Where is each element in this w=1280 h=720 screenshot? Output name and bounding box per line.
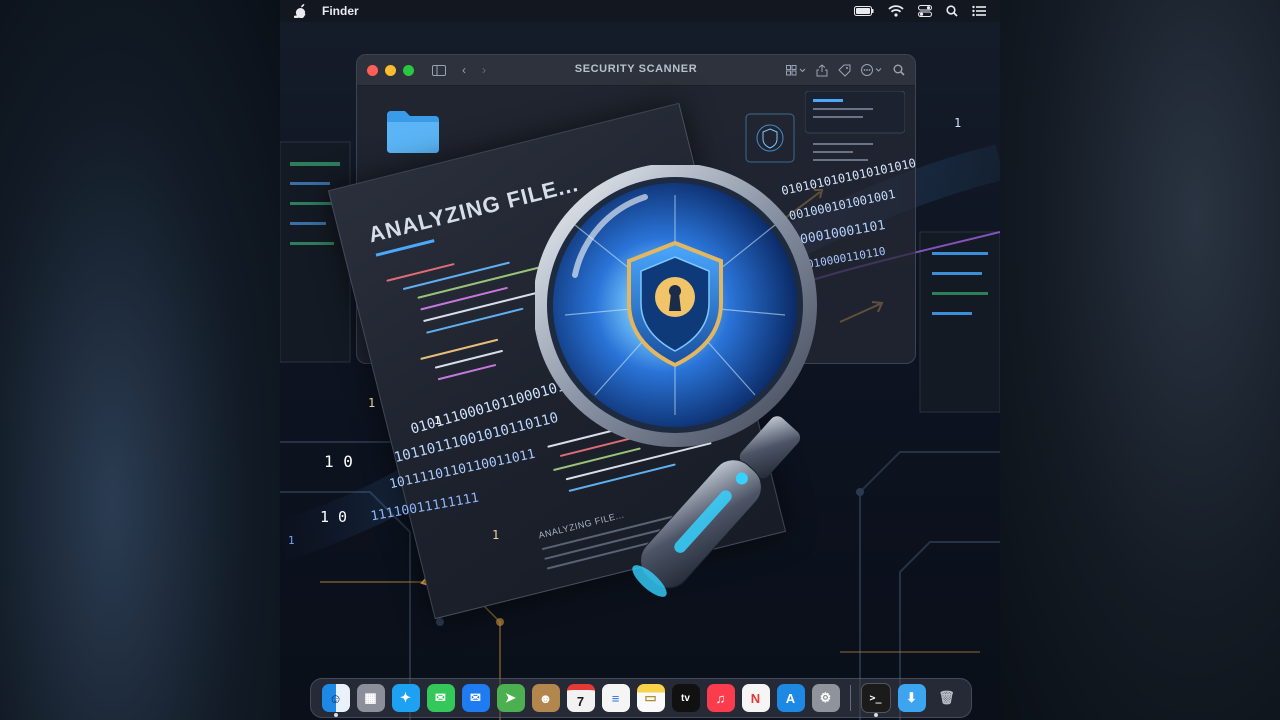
battery-icon[interactable] [854, 6, 874, 16]
menu-bar: Finder [280, 0, 1000, 22]
dock-music-icon[interactable]: ♫ [706, 684, 735, 712]
notification-center-icon[interactable] [972, 5, 986, 17]
dock-mail-icon[interactable]: ✉ [461, 684, 490, 712]
dock: ☺ ▦ ✦ ✉ ✉ ➤ ☻ 7 ≡ ▭ tv ♫ N A ⚙ >_ ⬇ 🗑 [310, 678, 972, 718]
dock-terminal-icon[interactable]: >_ [860, 683, 891, 717]
dock-separator [849, 685, 851, 711]
window-titlebar[interactable]: ‹ › SECURITY SCANNER [357, 55, 915, 86]
binary-digit: 1 0 [324, 452, 353, 471]
magnifying-glass-icon [535, 165, 817, 597]
dock-notes-icon[interactable]: ▭ [636, 684, 665, 712]
control-center-icon[interactable] [918, 5, 932, 17]
dock-trash-icon[interactable]: 🗑 [933, 684, 961, 712]
dock-messages-icon[interactable]: ✉ [426, 684, 455, 712]
dock-system-settings-icon[interactable]: ⚙ [811, 684, 840, 712]
desktop-blur-left [0, 0, 280, 720]
code-line [420, 286, 509, 311]
binary-digit: 1 0 [320, 508, 348, 526]
dock-contacts-icon[interactable]: ☻ [531, 684, 560, 712]
code-line [402, 261, 511, 291]
desktop-blur-right [1000, 0, 1280, 720]
dock-calendar-icon[interactable]: 7 [566, 684, 595, 712]
dock-news-icon[interactable]: N [741, 684, 770, 712]
binary-digit: 1 [288, 534, 295, 547]
search-icon[interactable] [946, 5, 958, 17]
binary-digit: 1 [954, 116, 962, 130]
status-menus [854, 5, 986, 17]
apple-icon[interactable] [294, 4, 308, 18]
dock-safari-icon[interactable]: ✦ [391, 684, 420, 712]
running-indicator [873, 713, 878, 717]
dock-reminders-icon[interactable]: ≡ [601, 684, 630, 712]
desktop-screen: Finder ‹ › SECURITY SCANNER ANALYZING FI… [280, 0, 1000, 720]
shield-badge-icon [745, 113, 795, 163]
dock-finder-icon[interactable]: ☺ [321, 684, 350, 717]
binary-digit: 1 [368, 396, 376, 410]
wifi-icon[interactable] [888, 5, 904, 17]
folder-icon[interactable] [385, 107, 441, 155]
dock-maps-icon[interactable]: ➤ [496, 684, 525, 712]
dock-downloads-folder-icon[interactable]: ⬇ [897, 684, 926, 712]
code-line [426, 307, 524, 334]
dock-app-store-icon[interactable]: A [776, 684, 805, 712]
binary-digit: 1 [492, 528, 500, 542]
window-title: SECURITY SCANNER [574, 63, 698, 75]
dock-apple-tv-icon[interactable]: tv [671, 684, 700, 712]
code-line [420, 338, 499, 360]
dock-launchpad-icon[interactable]: ▦ [356, 684, 385, 712]
code-line [437, 363, 497, 381]
app-menu-finder[interactable]: Finder [322, 4, 359, 18]
running-indicator [333, 713, 338, 717]
binary-digit: 1 [434, 414, 441, 427]
